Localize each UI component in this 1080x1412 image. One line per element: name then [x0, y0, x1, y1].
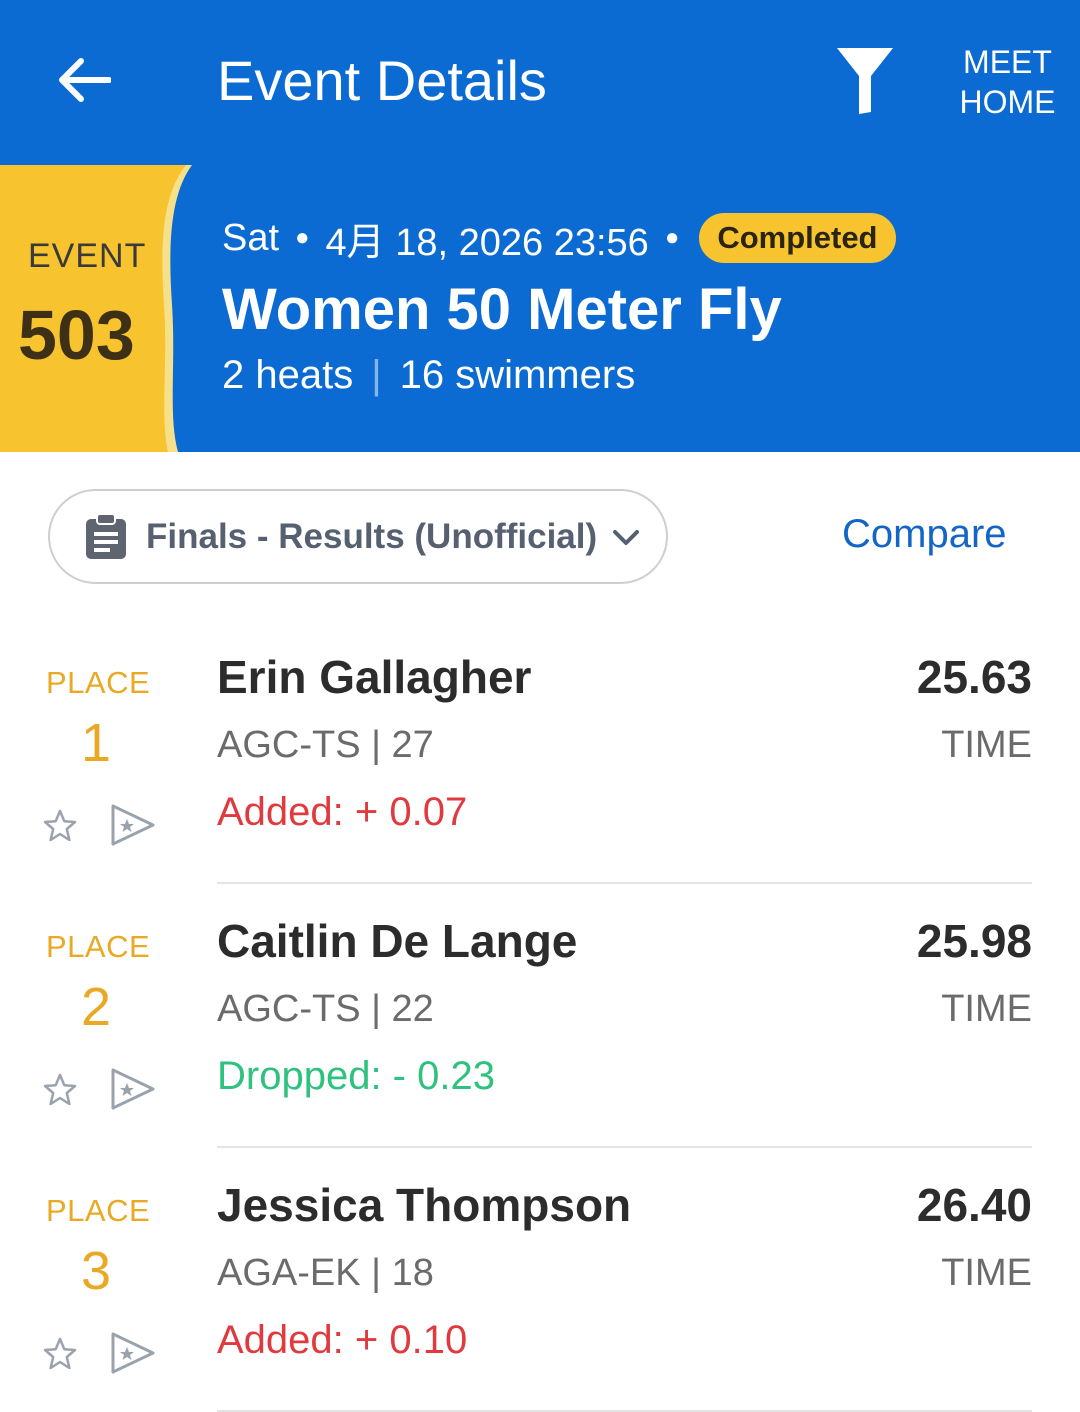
place-number: 2 [80, 977, 112, 1037]
event-header: EVENT 503 Sat ● 4月 18, 2026 23:56 ● Comp… [0, 165, 1080, 452]
filter-icon [837, 48, 893, 114]
results-type-label: Finals - Results (Unofficial) [146, 516, 598, 556]
event-name: Women 50 Meter Fly [222, 277, 782, 342]
event-day: Sat [222, 216, 280, 259]
filter-button[interactable] [830, 40, 900, 120]
meet-home-line1: MEET [963, 44, 1052, 80]
place-number: 1 [80, 713, 112, 773]
place-number: 3 [80, 1241, 112, 1301]
time-label: TIME [941, 724, 1032, 766]
team-age: AGC-TS | 27 [217, 724, 434, 766]
divider: | [371, 353, 382, 397]
time-delta: Added: + 0.07 [217, 790, 468, 834]
meet-home-button[interactable]: MEET HOME [950, 42, 1065, 122]
team-age: AGC-TS | 22 [217, 988, 434, 1030]
time-delta: Added: + 0.10 [217, 1318, 468, 1362]
back-button[interactable] [48, 44, 120, 116]
star-icon[interactable] [42, 808, 78, 844]
app-bar: Event Details MEET HOME [0, 0, 1080, 165]
compare-link[interactable]: Compare [842, 512, 1007, 557]
swimmer-name: Jessica Thompson [217, 1179, 632, 1231]
time-delta: Dropped: - 0.23 [217, 1054, 495, 1098]
share-flag-icon[interactable] [108, 1328, 158, 1378]
swim-time: 26.40 [916, 1179, 1032, 1231]
time-label: TIME [941, 988, 1032, 1030]
clipboard-icon [86, 512, 126, 559]
page-title: Event Details [217, 49, 547, 112]
star-icon[interactable] [42, 1072, 78, 1108]
place-label: PLACE [46, 665, 151, 700]
heats-count: 2 heats [222, 353, 354, 397]
event-counts: 2 heats | 16 swimmers [222, 353, 635, 398]
dot-separator: ● [664, 224, 680, 251]
dot-separator: ● [295, 224, 310, 251]
swimmers-count: 16 swimmers [399, 353, 636, 397]
event-tag-label: EVENT [28, 237, 147, 275]
arrow-left-icon [59, 58, 111, 102]
event-datetime: 4月 18, 2026 23:56 [325, 221, 649, 264]
chevron-down-icon [613, 529, 640, 545]
swim-time: 25.63 [916, 651, 1032, 703]
share-flag-icon[interactable] [108, 800, 158, 850]
result-row[interactable]: PLACE 2 Caitlin De Lange AGC-TS | 22 Dro… [0, 884, 1080, 1148]
swimmer-name: Caitlin De Lange [217, 915, 578, 967]
swim-time: 25.98 [916, 915, 1032, 967]
swimmer-name: Erin Gallagher [217, 651, 532, 703]
status-badge: Completed [699, 213, 896, 263]
result-row[interactable]: PLACE 3 Jessica Thompson AGA-EK | 18 Add… [0, 1148, 1080, 1412]
place-label: PLACE [46, 929, 151, 964]
star-icon[interactable] [42, 1336, 78, 1372]
team-age: AGA-EK | 18 [217, 1252, 434, 1294]
event-number: 503 [18, 296, 135, 374]
event-meta: Sat ● 4月 18, 2026 23:56 ● Completed [222, 213, 896, 264]
share-flag-icon[interactable] [108, 1064, 158, 1114]
event-number-tag: EVENT 503 [0, 165, 200, 452]
place-label: PLACE [46, 1193, 151, 1228]
meet-home-line2: HOME [959, 84, 1056, 120]
time-label: TIME [941, 1252, 1032, 1294]
result-row[interactable]: PLACE 1 Erin Gallagher AGC-TS | 27 Added… [0, 620, 1080, 884]
results-type-dropdown[interactable]: Finals - Results (Unofficial) [48, 489, 668, 584]
